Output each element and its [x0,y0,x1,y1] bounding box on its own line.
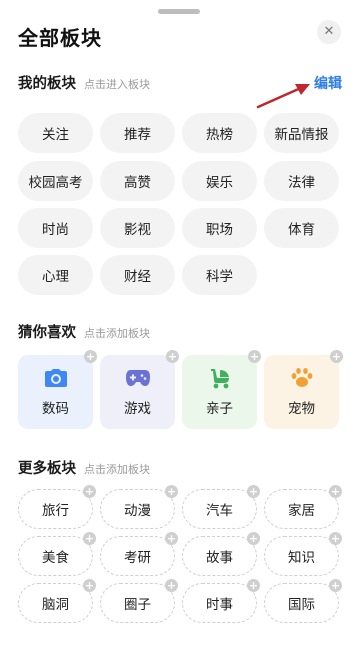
board-chip-add[interactable]: 国际 + [264,579,342,623]
recommend-card-digital[interactable]: 数码 + [18,350,97,429]
add-icon[interactable]: + [83,485,96,498]
stroller-icon [207,367,233,389]
add-icon[interactable]: + [84,350,97,363]
chip-label: 知识 [288,550,315,566]
page-title: 全部板块 [18,26,102,50]
add-icon[interactable]: + [83,579,96,592]
card-label: 亲子 [206,401,233,417]
board-chip[interactable]: 财经 [100,255,175,295]
board-chip-add[interactable]: 旅行 + [18,485,96,529]
add-icon[interactable]: + [166,350,179,363]
chip-label: 动漫 [124,503,151,519]
close-button[interactable]: ✕ [317,20,341,44]
board-chip[interactable]: 影视 [100,208,175,248]
board-chip[interactable]: 心理 [18,255,93,295]
recommend-card-parenting[interactable]: 亲子 + [182,350,261,429]
header: 全部板块 ✕ [0,0,358,60]
chip-label: 旅行 [42,503,69,519]
board-chip[interactable]: 娱乐 [182,161,257,201]
board-chip[interactable]: 科学 [182,255,257,295]
recommend-card-games[interactable]: 游戏 + [100,350,179,429]
chip-label: 时事 [206,597,233,613]
board-chip-add[interactable]: 考研 + [100,532,178,576]
chip-label: 考研 [124,550,151,566]
add-icon[interactable]: + [247,579,260,592]
board-chip[interactable]: 职场 [182,208,257,248]
add-icon[interactable]: + [83,532,96,545]
add-icon[interactable]: + [248,350,261,363]
board-chip-add[interactable]: 美食 + [18,532,96,576]
board-chip-add[interactable]: 家居 + [264,485,342,529]
more-section-header: 更多板块 点击添加板块 [18,457,150,479]
add-icon[interactable]: + [330,350,343,363]
add-icon[interactable]: + [329,485,342,498]
card-label: 宠物 [288,401,315,417]
board-chip[interactable]: 关注 [18,113,93,153]
board-chip[interactable]: 新品情报 [264,113,339,153]
chip-label: 圈子 [124,597,151,613]
card-label: 游戏 [124,401,151,417]
guess-section-header: 猜你喜欢 点击添加板块 [18,321,150,343]
section-hint: 点击添加板块 [84,463,150,476]
chip-label: 脑洞 [42,597,69,613]
add-icon[interactable]: + [247,485,260,498]
camera-icon [43,367,69,389]
add-icon[interactable]: + [165,579,178,592]
board-chip[interactable]: 时尚 [18,208,93,248]
add-icon[interactable]: + [165,532,178,545]
section-title: 猜你喜欢 [18,325,76,341]
recommend-card-pets[interactable]: 宠物 + [264,350,343,429]
section-title: 更多板块 [18,461,76,477]
board-chip[interactable]: 高赞 [100,161,175,201]
add-icon[interactable]: + [165,485,178,498]
section-hint: 点击添加板块 [84,327,150,340]
my-section-header: 我的板块 点击进入板块 [18,72,150,94]
add-icon[interactable]: + [329,579,342,592]
board-chip-add[interactable]: 脑洞 + [18,579,96,623]
gamepad-icon [125,367,151,389]
chip-label: 家居 [288,503,315,519]
board-chip[interactable]: 热榜 [182,113,257,153]
board-chip-add[interactable]: 汽车 + [182,485,260,529]
add-icon[interactable]: + [329,532,342,545]
board-chip-add[interactable]: 知识 + [264,532,342,576]
chip-label: 国际 [288,597,315,613]
board-chip[interactable]: 体育 [264,208,339,248]
chip-label: 故事 [206,550,233,566]
red-arrow-annotation [256,84,310,109]
chip-label: 汽车 [206,503,233,519]
add-icon[interactable]: + [247,532,260,545]
card-label: 数码 [42,401,69,417]
board-chip-add[interactable]: 时事 + [182,579,260,623]
board-chip-add[interactable]: 故事 + [182,532,260,576]
board-chip[interactable]: 推荐 [100,113,175,153]
board-chip[interactable]: 法律 [264,161,339,201]
section-title: 我的板块 [18,76,76,92]
paw-icon [289,367,315,389]
board-chip[interactable]: 校园高考 [18,161,93,201]
edit-button[interactable]: 编辑 [314,73,342,93]
section-hint: 点击进入板块 [84,78,150,91]
board-chip-add[interactable]: 动漫 + [100,485,178,529]
chip-label: 美食 [42,550,69,566]
close-icon: ✕ [323,24,335,39]
board-chip-add[interactable]: 圈子 + [100,579,178,623]
